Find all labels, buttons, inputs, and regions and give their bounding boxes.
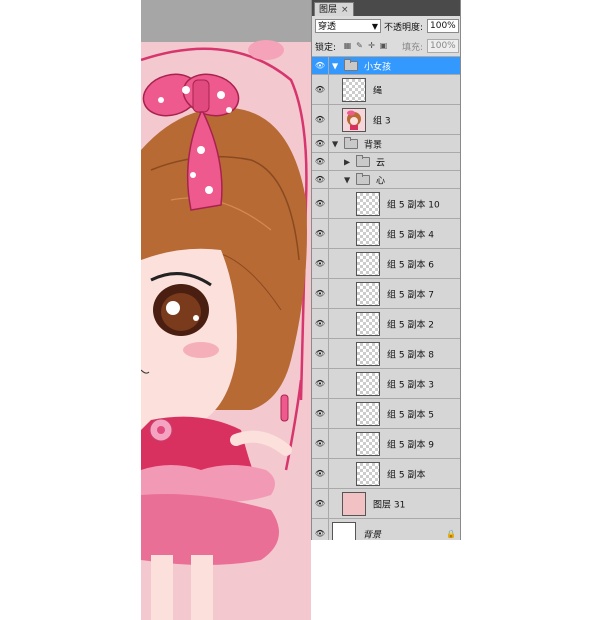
layer-group-row[interactable]: 👁 ▶ 云 — [312, 153, 460, 171]
layer-group-row[interactable]: 👁 ▼ 背景 — [312, 135, 460, 153]
fill-label: 填充: — [402, 43, 424, 53]
layer-name: 组 5 副本 5 — [387, 410, 435, 420]
lock-label: 锁定: — [315, 43, 337, 53]
blend-options-row: 穿透 ▼ 不透明度: 100% — [312, 16, 460, 36]
layer-thumbnail — [356, 401, 380, 426]
fill-input[interactable]: 100% — [427, 39, 459, 53]
layer-name: 组 5 副本 2 — [387, 320, 435, 330]
visibility-eye-icon[interactable]: 👁 — [312, 189, 329, 218]
folder-icon — [344, 58, 358, 71]
visibility-eye-icon[interactable]: 👁 — [312, 279, 329, 308]
layer-thumbnail — [342, 77, 366, 102]
layer-thumbnail — [356, 251, 380, 276]
lock-icon: 🔒 — [446, 529, 456, 538]
layer-row[interactable]: 👁 图层 31 — [312, 489, 460, 519]
layer-row[interactable]: 👁 组 5 副本 — [312, 459, 460, 489]
layer-row[interactable]: 👁 组 5 副本 8 — [312, 339, 460, 369]
document-canvas[interactable] — [141, 0, 311, 620]
layer-row[interactable]: 👁 组 5 副本 10 — [312, 189, 460, 219]
folder-icon — [344, 136, 358, 149]
visibility-eye-icon[interactable]: 👁 — [312, 369, 329, 398]
layer-thumbnail — [342, 491, 366, 516]
visibility-eye-icon[interactable]: 👁 — [312, 219, 329, 248]
visibility-eye-icon[interactable]: 👁 — [312, 399, 329, 428]
visibility-eye-icon[interactable]: 👁 — [312, 519, 329, 540]
layers-panel: 图层 × 穿透 ▼ 不透明度: 100% 锁定: ▦ ✎ ✛ ▣ 填充: 100… — [311, 0, 461, 540]
layer-name: 组 5 副本 10 — [387, 200, 440, 210]
layer-list: 👁 ▼ 小女孩 👁 绳 👁 组 3 👁 ▼ 背景 👁 ▶ 云 👁 ▼ 心 👁 组 5 副本 10 👁 组 5 副本 4… — [312, 57, 460, 540]
layer-name: 绳 — [373, 86, 383, 96]
layer-group-row[interactable]: 👁 ▼ 小女孩 — [312, 57, 460, 75]
layer-thumbnail — [332, 521, 356, 540]
layer-thumbnail — [356, 461, 380, 486]
lock-transparency-icon[interactable]: ▦ — [343, 41, 352, 50]
layer-thumbnail — [356, 311, 380, 336]
layer-name: 云 — [376, 158, 386, 168]
folder-icon — [356, 154, 370, 167]
visibility-eye-icon[interactable]: 👁 — [312, 249, 329, 278]
dropdown-arrow-icon: ▼ — [371, 22, 378, 31]
layer-thumbnail — [356, 431, 380, 456]
layer-thumbnail — [356, 191, 380, 216]
lock-pixels-icon[interactable]: ✎ — [355, 41, 364, 50]
layer-row[interactable]: 👁 组 5 副本 9 — [312, 429, 460, 459]
visibility-eye-icon[interactable]: 👁 — [312, 171, 329, 188]
layer-row[interactable]: 👁 组 5 副本 3 — [312, 369, 460, 399]
layer-name: 组 5 副本 4 — [387, 230, 435, 240]
visibility-eye-icon[interactable]: 👁 — [312, 339, 329, 368]
visibility-eye-icon[interactable]: 👁 — [312, 489, 329, 518]
tab-layers[interactable]: 图层 × — [314, 2, 354, 17]
layer-row[interactable]: 👁 组 5 副本 2 — [312, 309, 460, 339]
layer-name: 组 5 副本 — [387, 470, 426, 480]
visibility-eye-icon[interactable]: 👁 — [312, 153, 329, 170]
panel-tab-bar: 图层 × — [312, 0, 460, 17]
layer-name: 组 3 — [373, 116, 391, 126]
blend-mode-value: 穿透 — [318, 22, 337, 32]
layer-name: 背景 — [364, 140, 383, 150]
lock-options-row: 锁定: ▦ ✎ ✛ ▣ 填充: 100% — [312, 36, 460, 57]
layer-thumbnail — [356, 221, 380, 246]
layer-row[interactable]: 👁 绳 — [312, 75, 460, 105]
layer-row[interactable]: 👁 组 5 副本 7 — [312, 279, 460, 309]
layer-row[interactable]: 👁 组 5 副本 6 — [312, 249, 460, 279]
lock-all-icon[interactable]: ▣ — [379, 41, 388, 50]
layer-name: 组 5 副本 8 — [387, 350, 435, 360]
expand-triangle-closed-icon[interactable]: ▶ — [344, 157, 350, 166]
layer-row[interactable]: 👁 组 5 副本 4 — [312, 219, 460, 249]
folder-icon — [356, 172, 370, 185]
expand-triangle-open-icon[interactable]: ▼ — [344, 175, 350, 184]
visibility-eye-icon[interactable]: 👁 — [312, 429, 329, 458]
layer-row[interactable]: 👁 组 5 副本 5 — [312, 399, 460, 429]
layer-name: 小女孩 — [364, 62, 392, 72]
layer-thumbnail — [356, 341, 380, 366]
lock-position-icon[interactable]: ✛ — [367, 41, 376, 50]
visibility-eye-icon[interactable]: 👁 — [312, 57, 329, 74]
layer-name: 图层 31 — [373, 500, 406, 510]
layer-group-row[interactable]: 👁 ▼ 心 — [312, 171, 460, 189]
visibility-eye-icon[interactable]: 👁 — [312, 105, 329, 134]
layer-name: 组 5 副本 7 — [387, 290, 435, 300]
layer-row[interactable]: 👁 组 3 — [312, 105, 460, 135]
layer-row[interactable]: 👁 背景 🔒 — [312, 519, 460, 540]
tab-layers-label: 图层 — [319, 4, 338, 15]
visibility-eye-icon[interactable]: 👁 — [312, 459, 329, 488]
layer-thumbnail — [342, 107, 366, 132]
expand-triangle-open-icon[interactable]: ▼ — [332, 139, 338, 148]
visibility-eye-icon[interactable]: 👁 — [312, 135, 329, 152]
close-icon[interactable]: × — [341, 4, 349, 17]
opacity-label: 不透明度: — [384, 23, 424, 33]
opacity-input[interactable]: 100% — [427, 19, 459, 33]
cartoon-girl-artwork — [141, 40, 311, 620]
layer-name: 背景 — [363, 530, 382, 540]
blend-mode-select[interactable]: 穿透 ▼ — [315, 19, 381, 33]
layer-name: 组 5 副本 6 — [387, 260, 435, 270]
layer-name: 组 5 副本 3 — [387, 380, 435, 390]
layer-name: 组 5 副本 9 — [387, 440, 435, 450]
layer-thumbnail — [356, 281, 380, 306]
visibility-eye-icon[interactable]: 👁 — [312, 309, 329, 338]
visibility-eye-icon[interactable]: 👁 — [312, 75, 329, 104]
layer-name: 心 — [376, 176, 386, 186]
expand-triangle-open-icon[interactable]: ▼ — [332, 61, 338, 70]
layer-thumbnail — [356, 371, 380, 396]
